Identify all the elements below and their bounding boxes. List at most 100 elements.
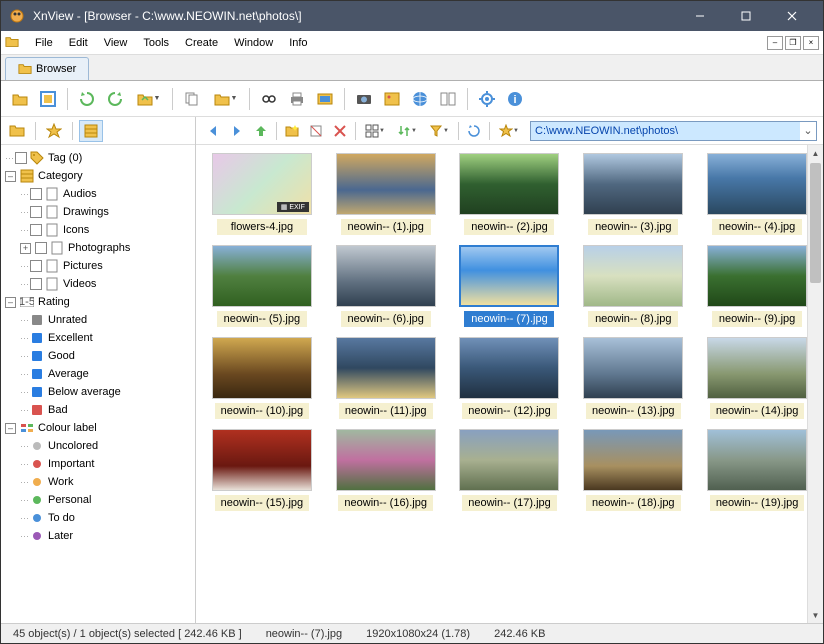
thumbnail-image[interactable] (212, 245, 312, 307)
tree-item[interactable]: –Category (3, 167, 193, 185)
tree-item[interactable]: ⋯Icons (3, 221, 193, 239)
thumbnail-item[interactable]: neowin-- (9).jpg (699, 245, 815, 327)
tree-checkbox[interactable] (30, 260, 42, 272)
thumbnail-image[interactable] (459, 245, 559, 307)
settings-button[interactable] (474, 86, 500, 112)
thumbnail-image[interactable] (336, 153, 436, 215)
tree-item[interactable]: ⋯Pictures (3, 257, 193, 275)
maximize-button[interactable] (723, 1, 769, 31)
copy-button[interactable] (179, 86, 205, 112)
address-dropdown-button[interactable]: ⌄ (800, 124, 816, 137)
menu-view[interactable]: View (96, 34, 136, 52)
thumbnail-image[interactable] (212, 337, 312, 399)
tree-checkbox[interactable] (35, 242, 47, 254)
scroll-up-button[interactable]: ▲ (808, 145, 823, 161)
menu-edit[interactable]: Edit (61, 34, 96, 52)
folder-tree-button[interactable] (5, 120, 29, 142)
tree-toggle[interactable]: – (5, 297, 16, 308)
thumbnail-item[interactable]: neowin-- (2).jpg (452, 153, 568, 235)
tree-item[interactable]: ⋯Uncolored (3, 437, 193, 455)
thumbnail-image[interactable] (459, 337, 559, 399)
tree-checkbox[interactable] (30, 224, 42, 236)
thumbnail-image[interactable] (583, 429, 683, 491)
menu-tools[interactable]: Tools (135, 34, 177, 52)
thumbnail-image[interactable] (707, 245, 807, 307)
refresh-button[interactable] (463, 120, 485, 142)
thumbnail-image[interactable] (583, 245, 683, 307)
thumbnail-item[interactable]: neowin-- (3).jpg (575, 153, 691, 235)
tree-toggle[interactable]: – (5, 423, 16, 434)
thumbnail-item[interactable]: neowin-- (17).jpg (452, 429, 568, 511)
rotate-left-button[interactable] (74, 86, 100, 112)
tree-item[interactable]: ⋯Audios (3, 185, 193, 203)
tree-item[interactable]: ⋯Excellent (3, 329, 193, 347)
filter-button[interactable]: ▼ (424, 120, 454, 142)
tree-item[interactable]: ⋯Later (3, 527, 193, 545)
thumbnail-image[interactable] (707, 153, 807, 215)
thumbnail-image[interactable] (459, 429, 559, 491)
thumbnail-item[interactable]: neowin-- (15).jpg (204, 429, 320, 511)
thumbnail-image[interactable] (459, 153, 559, 215)
tree-item[interactable]: –Colour label (3, 419, 193, 437)
rotate-right-button[interactable] (102, 86, 128, 112)
new-folder-button[interactable] (281, 120, 303, 142)
mdi-minimize-button[interactable]: – (767, 36, 783, 50)
thumbnail-image[interactable] (336, 245, 436, 307)
cut-button[interactable] (305, 120, 327, 142)
favorites-button[interactable] (42, 120, 66, 142)
thumbnail-item[interactable]: neowin-- (18).jpg (575, 429, 691, 511)
tree-item[interactable]: ⋯Tag (0) (3, 149, 193, 167)
tree-item[interactable]: ⋯Work (3, 473, 193, 491)
categories-button[interactable] (79, 120, 103, 142)
back-button[interactable] (202, 120, 224, 142)
thumbnail-item[interactable]: neowin-- (16).jpg (328, 429, 444, 511)
capture-button[interactable] (351, 86, 377, 112)
thumbnail-item[interactable]: neowin-- (1).jpg (328, 153, 444, 235)
web-button[interactable] (407, 86, 433, 112)
thumbnail-image[interactable] (336, 429, 436, 491)
thumbnail-item[interactable]: neowin-- (7).jpg (452, 245, 568, 327)
print-button[interactable] (284, 86, 310, 112)
minimize-button[interactable] (677, 1, 723, 31)
view-mode-button[interactable]: ▼ (360, 120, 390, 142)
slideshow-button[interactable] (312, 86, 338, 112)
fullscreen-button[interactable] (35, 86, 61, 112)
info-button[interactable]: i (502, 86, 528, 112)
thumbnail-item[interactable]: neowin-- (14).jpg (699, 337, 815, 419)
tree-checkbox[interactable] (30, 188, 42, 200)
thumbnail-item[interactable]: neowin-- (4).jpg (699, 153, 815, 235)
menu-window[interactable]: Window (226, 34, 281, 52)
close-button[interactable] (769, 1, 815, 31)
compare-button[interactable] (435, 86, 461, 112)
thumbnail-item[interactable]: neowin-- (5).jpg (204, 245, 320, 327)
thumbnail-image[interactable] (212, 429, 312, 491)
thumbnail-item[interactable]: neowin-- (13).jpg (575, 337, 691, 419)
thumbnail-image[interactable] (583, 153, 683, 215)
sort-button[interactable]: ▼ (392, 120, 422, 142)
up-button[interactable] (250, 120, 272, 142)
tree-checkbox[interactable] (30, 278, 42, 290)
thumbnail-image[interactable] (707, 337, 807, 399)
tree-item[interactable]: ⋯Bad (3, 401, 193, 419)
scroll-down-button[interactable]: ▼ (808, 607, 823, 623)
tree-item[interactable]: ⋯Personal (3, 491, 193, 509)
tree-toggle[interactable]: + (20, 243, 31, 254)
tree-item[interactable]: ⋯Unrated (3, 311, 193, 329)
tree-item[interactable]: ⋯Good (3, 347, 193, 365)
thumbnail-item[interactable]: neowin-- (8).jpg (575, 245, 691, 327)
open-button[interactable] (7, 86, 33, 112)
vertical-scrollbar[interactable]: ▲ ▼ (807, 145, 823, 623)
thumbnail-viewport[interactable]: ▦ EXIFflowers-4.jpgneowin-- (1).jpgneowi… (196, 145, 823, 623)
forward-button[interactable] (226, 120, 248, 142)
tree-item[interactable]: ⋯To do (3, 509, 193, 527)
wallpaper-button[interactable] (379, 86, 405, 112)
search-button[interactable] (256, 86, 282, 112)
transform-button[interactable]: ▼ (130, 86, 166, 112)
thumbnail-item[interactable]: neowin-- (19).jpg (699, 429, 815, 511)
tab-browser[interactable]: Browser (5, 57, 89, 80)
favorite-button[interactable]: ▼ (494, 120, 524, 142)
thumbnail-image[interactable]: ▦ EXIF (212, 153, 312, 215)
thumbnail-item[interactable]: ▦ EXIFflowers-4.jpg (204, 153, 320, 235)
thumbnail-image[interactable] (707, 429, 807, 491)
tree-item[interactable]: +Photographs (3, 239, 193, 257)
